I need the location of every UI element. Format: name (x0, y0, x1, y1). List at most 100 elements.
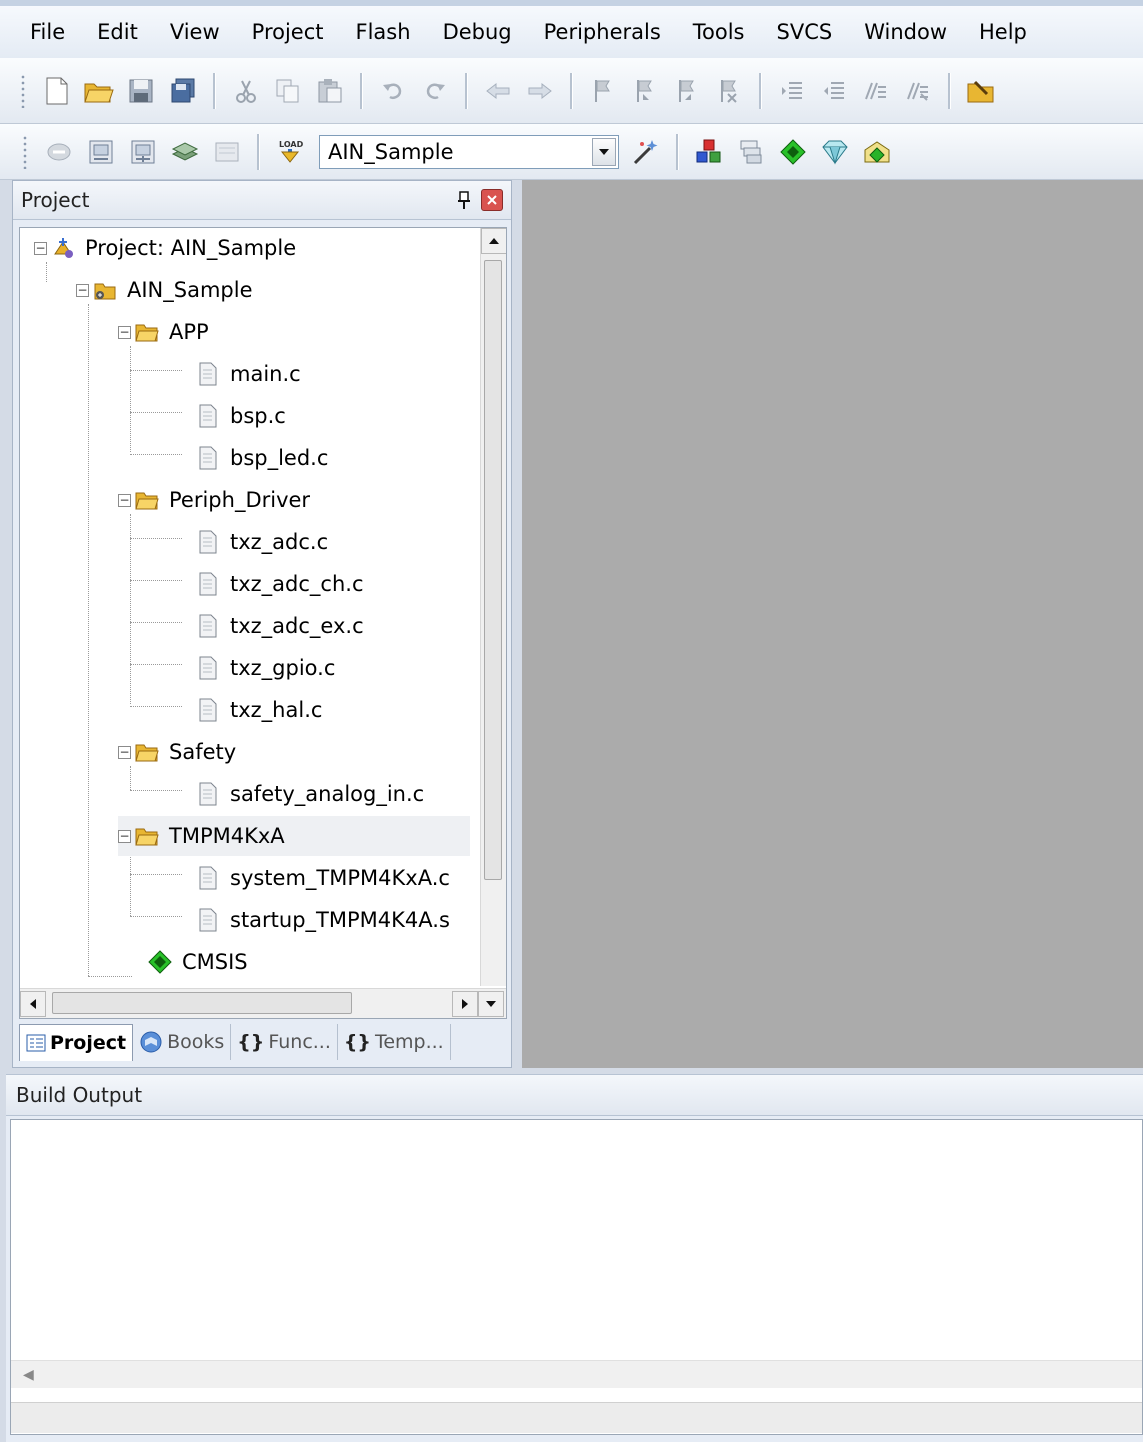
tree-group-app[interactable]: − APP (118, 312, 209, 352)
tree-file-txz-gpio-c[interactable]: txz_gpio.c (196, 648, 335, 688)
scroll-thumb[interactable] (52, 992, 352, 1014)
save-all-button[interactable] (165, 73, 201, 109)
tree-connector (130, 874, 182, 875)
tree-file-bsp-c[interactable]: bsp.c (196, 396, 286, 436)
tab-project[interactable]: Project (19, 1023, 134, 1061)
tree-horizontal-scrollbar[interactable] (20, 988, 506, 1018)
navigate-back-button[interactable] (480, 73, 516, 109)
rebuild-icon (131, 140, 155, 163)
build-output-text[interactable]: ◀ (10, 1119, 1143, 1435)
comment-button[interactable] (858, 73, 894, 109)
collapse-toggle[interactable]: − (118, 493, 131, 507)
tree-node-target[interactable]: − AIN_Sample (76, 270, 253, 310)
tree-file-startup-tmpm4k4a-s[interactable]: startup_TMPM4K4A.s (196, 900, 450, 940)
select-software-packs-button[interactable] (817, 134, 853, 170)
scroll-right-button[interactable] (452, 991, 478, 1017)
tree-file-bsp-led-c[interactable]: bsp_led.c (196, 438, 328, 478)
menu-view[interactable]: View (154, 12, 236, 52)
tree-node-label: system_TMPM4KxA.c (230, 866, 450, 890)
insert-bookmark-button[interactable] (585, 73, 621, 109)
chevron-left-icon[interactable]: ◀ (23, 1367, 34, 1383)
menu-peripherals[interactable]: Peripherals (528, 12, 677, 52)
manage-run-time-environment-button[interactable] (775, 134, 811, 170)
options-for-target-button[interactable] (628, 134, 664, 170)
save-button[interactable] (123, 73, 159, 109)
tree-group-periph-driver[interactable]: − Periph_Driver (118, 480, 310, 520)
menu-project[interactable]: Project (236, 12, 340, 52)
scroll-thumb[interactable] (484, 260, 502, 880)
menu-window[interactable]: Window (848, 12, 963, 52)
next-bookmark-button[interactable] (669, 73, 705, 109)
menu-debug[interactable]: Debug (427, 12, 528, 52)
translate-button[interactable] (41, 134, 77, 170)
manage-project-items-button[interactable] (691, 134, 727, 170)
tree-file-txz-adc-ch-c[interactable]: txz_adc_ch.c (196, 564, 364, 604)
file-extensions-button[interactable] (733, 134, 769, 170)
pack-installer-button[interactable] (859, 134, 895, 170)
build-button[interactable] (83, 134, 119, 170)
batch-build-icon (171, 141, 199, 161)
cut-button[interactable] (228, 73, 264, 109)
indent-button[interactable] (774, 73, 810, 109)
tab-functions[interactable]: {} Func... (231, 1024, 338, 1060)
scroll-down-button[interactable] (478, 991, 504, 1017)
collapse-toggle[interactable]: − (118, 745, 131, 759)
pin-icon[interactable] (457, 191, 471, 209)
collapse-toggle[interactable]: − (118, 829, 131, 843)
new-file-button[interactable] (39, 73, 75, 109)
tree-file-safety-analog-in-c[interactable]: safety_analog_in.c (196, 774, 424, 814)
collapse-toggle[interactable]: − (76, 283, 89, 297)
project-panel: Project − Project: AIN_Sample − AIN_Samp… (12, 180, 512, 1068)
unindent-button[interactable] (816, 73, 852, 109)
stop-build-button[interactable] (209, 134, 245, 170)
tree-group-safety[interactable]: − Safety (118, 732, 236, 772)
tab-books[interactable]: Books (133, 1024, 232, 1060)
tab-templates[interactable]: {} Temp... (338, 1024, 451, 1060)
build-output-horizontal-scrollbar[interactable]: ◀ (11, 1360, 1142, 1388)
tree-component-cmsis[interactable]: CMSIS (148, 942, 248, 982)
menu-tools[interactable]: Tools (677, 12, 761, 52)
download-button[interactable]: LOAD (272, 134, 308, 170)
scroll-up-button[interactable] (481, 228, 506, 254)
menu-file[interactable]: File (0, 12, 81, 52)
project-panel-header: Project (13, 181, 511, 220)
tree-file-txz-hal-c[interactable]: txz_hal.c (196, 690, 322, 730)
tree-node-label: TMPM4KxA (169, 824, 285, 848)
tree-file-main-c[interactable]: main.c (196, 354, 301, 394)
tree-node-label: txz_adc_ex.c (230, 614, 364, 638)
copy-button[interactable] (270, 73, 306, 109)
toolbar-grip[interactable] (20, 73, 26, 108)
clear-bookmarks-button[interactable] (711, 73, 747, 109)
scroll-left-button[interactable] (20, 991, 46, 1017)
tree-node-project[interactable]: − Project: AIN_Sample (34, 228, 296, 268)
navigate-forward-button[interactable] (522, 73, 558, 109)
find-in-files-button[interactable] (963, 73, 999, 109)
editor-area[interactable] (522, 180, 1143, 1068)
menu-flash[interactable]: Flash (340, 12, 427, 52)
collapse-toggle[interactable]: − (118, 325, 131, 339)
paste-button[interactable] (312, 73, 348, 109)
target-select-dropdown-button[interactable] (592, 137, 616, 166)
folder-icon (135, 828, 159, 846)
previous-bookmark-button[interactable] (627, 73, 663, 109)
collapse-toggle[interactable]: − (34, 241, 47, 255)
menu-svcs[interactable]: SVCS (761, 12, 849, 52)
open-file-button[interactable] (81, 73, 117, 109)
project-panel-tabs: Project Books {} Func... {} Temp... (19, 1023, 451, 1061)
menu-help[interactable]: Help (963, 12, 1043, 52)
tree-file-system-tmpm4kxa-c[interactable]: system_TMPM4KxA.c (196, 858, 450, 898)
tree-vertical-scrollbar[interactable] (480, 228, 506, 986)
target-select[interactable]: AIN_Sample (319, 134, 619, 169)
rebuild-button[interactable] (125, 134, 161, 170)
redo-button[interactable] (417, 73, 453, 109)
tree-node-label: AIN_Sample (127, 278, 253, 302)
uncomment-button[interactable] (900, 73, 936, 109)
batch-build-button[interactable] (167, 134, 203, 170)
close-panel-button[interactable] (481, 189, 503, 211)
tree-file-txz-adc-c[interactable]: txz_adc.c (196, 522, 328, 562)
tree-file-txz-adc-ex-c[interactable]: txz_adc_ex.c (196, 606, 364, 646)
undo-button[interactable] (375, 73, 411, 109)
menu-edit[interactable]: Edit (81, 12, 154, 52)
toolbar-grip[interactable] (22, 134, 28, 169)
tree-group-tmpm4kxa[interactable]: − TMPM4KxA (118, 816, 470, 856)
